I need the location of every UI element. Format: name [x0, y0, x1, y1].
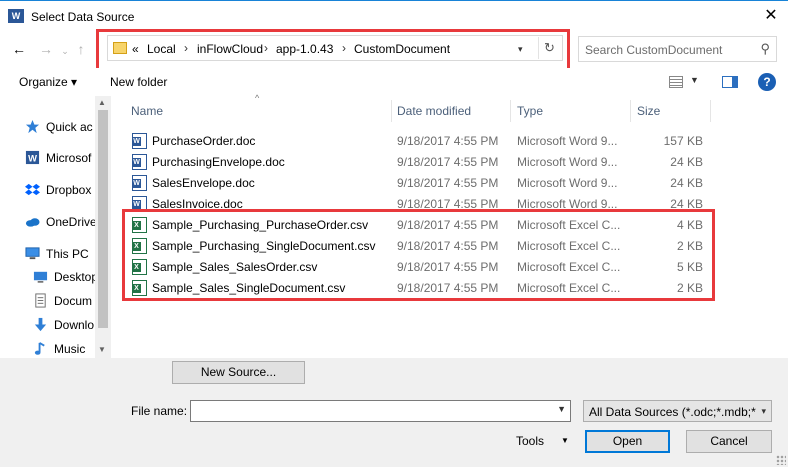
file-type: Microsoft Word 9... — [517, 176, 618, 190]
window-title: Select Data Source — [31, 10, 135, 24]
svg-text:W: W — [28, 153, 37, 163]
dialog-footer: New Source... File name: ▼ All Data Sour… — [0, 358, 788, 467]
back-button[interactable]: ← — [11, 41, 27, 57]
column-header-name[interactable]: Name — [125, 100, 392, 124]
sidebar-item-label: Microsof — [46, 151, 92, 165]
word-doc-icon — [132, 133, 147, 149]
sidebar-item-music[interactable]: Music — [0, 338, 95, 358]
file-type-filter-select[interactable]: All Data Sources (*.odc;*.mdb;* ▾ — [583, 400, 772, 422]
computer-icon — [25, 247, 40, 260]
music-icon — [34, 342, 45, 355]
column-header-size[interactable]: Size — [631, 100, 711, 124]
file-size: 157 KB — [663, 134, 703, 148]
sidebar-item-label: Downlo — [54, 318, 95, 332]
sidebar-item-dropbox[interactable]: Dropbox — [0, 179, 95, 201]
preview-pane-icon[interactable] — [722, 76, 738, 88]
organize-label: Organize — [19, 75, 68, 89]
organize-button[interactable]: Organize ▾ — [19, 75, 77, 89]
cloud-icon — [25, 218, 40, 227]
column-divider[interactable] — [710, 100, 711, 122]
help-icon[interactable]: ? — [758, 73, 776, 91]
resize-grip-icon[interactable] — [776, 455, 786, 465]
sidebar-item-label: Quick ac — [46, 120, 93, 134]
sidebar-item-label: Music — [54, 342, 86, 356]
file-name-label: File name: — [131, 404, 188, 418]
csv-files-highlight-annotation — [122, 209, 715, 301]
sidebar-item-quick-access[interactable]: Quick ac — [0, 116, 95, 138]
tools-menu[interactable]: Tools — [516, 434, 544, 448]
close-button[interactable]: ✕ — [762, 6, 780, 26]
title-bar: W Select Data Source ✕ — [0, 0, 788, 31]
chevron-down-icon[interactable]: ▼ — [557, 404, 566, 414]
sidebar-item-desktop[interactable]: Desktop — [0, 266, 99, 288]
file-name: PurchasingEnvelope.doc — [152, 155, 285, 169]
sidebar-scrollbar[interactable]: ▲ ▼ — [95, 96, 111, 358]
sidebar-item-label: Dropbox — [46, 183, 92, 197]
new-folder-button[interactable]: New folder — [110, 75, 167, 89]
word-doc-icon — [132, 175, 147, 191]
file-row[interactable]: PurchaseOrder.doc 9/18/2017 4:55 PM Micr… — [130, 130, 710, 151]
word-app-icon: W — [8, 9, 24, 23]
file-date: 9/18/2017 4:55 PM — [397, 155, 499, 169]
sidebar-item-onedrive[interactable]: OneDrive — [0, 211, 97, 233]
up-button[interactable]: ↑ — [73, 41, 89, 57]
scrollbar-thumb[interactable] — [98, 110, 108, 328]
chevron-down-icon[interactable]: ▾ — [761, 406, 766, 417]
scroll-up-icon[interactable]: ▲ — [98, 98, 106, 107]
address-highlight-annotation — [96, 29, 570, 71]
document-icon — [35, 293, 46, 308]
file-date: 9/18/2017 4:55 PM — [397, 176, 499, 190]
search-input[interactable]: Search CustomDocument ⚲ — [578, 36, 777, 62]
scroll-down-icon[interactable]: ▼ — [98, 345, 106, 354]
dropbox-icon — [25, 183, 40, 196]
sidebar-item-this-pc[interactable]: This PC — [0, 243, 95, 265]
file-type: Microsoft Word 9... — [517, 155, 618, 169]
cancel-button[interactable]: Cancel — [686, 430, 772, 453]
file-row[interactable]: PurchasingEnvelope.doc 9/18/2017 4:55 PM… — [130, 151, 710, 172]
chevron-down-icon: ▾ — [71, 75, 78, 89]
sidebar-item-label: This PC — [46, 247, 89, 261]
sidebar-item-label: Desktop — [54, 270, 99, 284]
sidebar-item-label: OneDrive — [46, 215, 97, 229]
column-header-type[interactable]: Type — [511, 100, 631, 124]
recent-locations-button[interactable]: ⌄ — [57, 43, 73, 59]
desktop-icon — [33, 271, 48, 283]
file-name: PurchaseOrder.doc — [152, 134, 256, 148]
view-options-icon[interactable] — [669, 76, 683, 88]
file-row[interactable]: SalesEnvelope.doc 9/18/2017 4:55 PM Micr… — [130, 172, 710, 193]
sidebar-item-documents[interactable]: Docum — [0, 290, 95, 312]
file-name: SalesEnvelope.doc — [152, 176, 255, 190]
word-doc-icon — [132, 154, 147, 170]
word-icon: W — [25, 150, 40, 165]
star-icon — [25, 119, 40, 134]
file-name-input[interactable]: ▼ — [190, 400, 571, 422]
chevron-down-icon[interactable]: ▼ — [561, 436, 569, 445]
file-type-filter-value: All Data Sources (*.odc;*.mdb;* — [589, 405, 756, 419]
file-size: 24 KB — [670, 155, 703, 169]
sidebar-item-label: Docum — [54, 294, 93, 308]
file-size: 24 KB — [670, 176, 703, 190]
download-icon — [34, 317, 47, 332]
command-toolbar: Organize ▾ New folder ▼ ? — [0, 68, 788, 96]
file-type: Microsoft Word 9... — [517, 134, 618, 148]
search-placeholder: Search CustomDocument — [585, 43, 723, 57]
chevron-down-icon[interactable]: ▼ — [690, 75, 699, 85]
sidebar-item-downloads[interactable]: Downlo — [0, 314, 95, 336]
search-icon[interactable]: ⚲ — [760, 41, 770, 57]
new-source-button[interactable]: New Source... — [172, 361, 305, 384]
sidebar-item-microsoft[interactable]: W Microsof — [0, 147, 95, 169]
column-header-date[interactable]: Date modified — [391, 100, 511, 124]
file-date: 9/18/2017 4:55 PM — [397, 134, 499, 148]
forward-button[interactable]: → — [38, 41, 54, 57]
open-button[interactable]: Open — [585, 430, 670, 453]
navigation-pane: Quick ac W Microsof Dropbox OneDrive Thi… — [0, 96, 111, 358]
